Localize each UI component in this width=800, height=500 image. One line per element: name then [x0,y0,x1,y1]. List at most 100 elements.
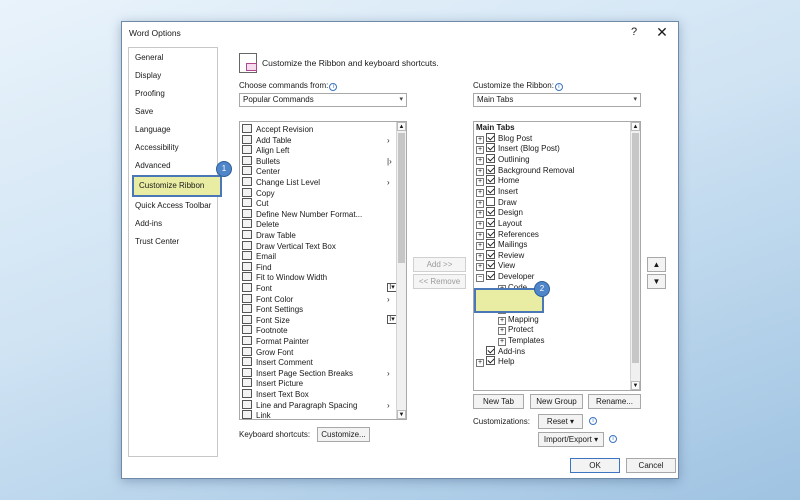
tree-item-references[interactable]: + References [476,228,539,241]
command-item[interactable]: Insert Page Section Breaks › [242,367,390,379]
expand-icon[interactable]: + [476,167,484,176]
expand-icon[interactable]: + [476,220,484,229]
move-up-button[interactable]: ▲ [647,257,666,272]
tab-checkbox[interactable] [486,164,495,174]
command-item[interactable]: Define New Number Format... [242,208,362,220]
command-item[interactable]: Insert Comment [242,357,313,368]
ok-button[interactable]: OK [570,458,620,473]
command-item[interactable]: Copy [242,187,275,199]
new-tab-button[interactable]: New Tab [473,394,524,409]
command-item[interactable]: Fit to Window Width [242,272,327,283]
command-item[interactable]: Format Painter [242,336,309,347]
command-item[interactable]: Delete [242,219,279,230]
expand-icon[interactable]: + [498,327,506,336]
customize-ribbon-select[interactable]: Main Tabs ▾ [473,93,641,107]
tree-header[interactable]: Main Tabs [476,122,515,134]
tree-item-insert[interactable]: + Insert [476,185,518,198]
ribbon-tabs-tree[interactable]: +HelpAdd-ins+Templates+Protect+Mapping+C… [473,121,641,391]
tree-item-outlining[interactable]: + Outlining [476,153,530,166]
help-button[interactable]: ? [627,26,641,38]
nav-item-language[interactable]: Language [135,123,171,137]
command-item[interactable]: Insert Picture [242,378,303,389]
choose-commands-select[interactable]: Popular Commands ▾ [239,93,407,107]
scroll-down-icon[interactable]: ▼ [397,410,406,419]
command-item[interactable]: Footnote [242,325,288,336]
tree-item-developer[interactable]: − Developer [476,271,534,283]
tree-item-layout[interactable]: + Layout [476,217,522,230]
command-item[interactable]: Line and Paragraph Spacing › [242,399,390,411]
tree-item-review[interactable]: + Review [476,249,524,262]
expand-icon[interactable]: + [476,242,484,251]
expand-icon[interactable]: + [476,135,484,144]
tree-item-home[interactable]: + Home [476,175,519,187]
command-item[interactable]: Center [242,166,280,177]
collapse-icon[interactable]: − [476,274,484,283]
tree-item-help[interactable]: + Help [476,356,514,368]
rename-button[interactable]: Rename... [588,394,641,409]
tree-item-mapping[interactable]: + Mapping [498,314,539,326]
customize-keyboard-button[interactable]: Customize... [317,427,370,442]
command-item[interactable]: Add Table › [242,134,390,146]
command-item[interactable]: Font Color › [242,293,390,305]
command-item[interactable]: Grow Font [242,346,293,358]
import-export-button[interactable]: Import/Export ▾ [538,432,604,447]
tree-item-draw[interactable]: + Draw [476,196,517,209]
close-button[interactable]: ✕ [654,24,670,41]
expand-icon[interactable]: + [476,188,484,197]
nav-item-display[interactable]: Display [135,69,161,83]
expand-icon[interactable]: + [476,231,484,240]
expand-icon[interactable]: + [476,146,484,155]
command-item[interactable]: Find [242,261,272,273]
expand-icon[interactable]: + [476,359,484,368]
command-item[interactable]: Font I▾ [242,283,397,294]
tab-checkbox[interactable] [486,196,495,206]
tab-checkbox[interactable] [486,175,495,185]
expand-icon[interactable]: + [498,316,506,325]
tab-checkbox[interactable] [486,249,495,259]
command-item[interactable]: Email [242,251,276,262]
command-item[interactable]: Insert Text Box [242,389,309,400]
scroll-up-icon[interactable]: ▲ [397,122,406,131]
add-button[interactable]: Add >> [413,257,466,272]
nav-item-save[interactable]: Save [135,105,153,119]
nav-item-quick-access-toolbar[interactable]: Quick Access Toolbar [135,199,211,213]
tree-scrollbar[interactable]: ▲ ▼ [630,122,640,390]
command-item[interactable]: Font Size I▾ [242,314,397,326]
scroll-down-icon[interactable]: ▼ [631,381,640,390]
tab-checkbox[interactable] [486,356,495,366]
nav-item-trust-center[interactable]: Trust Center [135,235,179,249]
reset-button[interactable]: Reset ▾ [538,414,583,429]
remove-button[interactable]: << Remove [413,274,466,289]
expand-icon[interactable]: + [476,252,484,261]
expand-icon[interactable]: + [476,210,484,219]
command-item[interactable]: Align Left [242,145,289,156]
command-item[interactable]: Draw Vertical Text Box [242,240,336,252]
nav-item-advanced[interactable]: Advanced [135,159,171,173]
command-item[interactable]: Draw Table [242,230,296,241]
scroll-thumb[interactable] [398,133,405,263]
tree-item-protect[interactable]: + Protect [498,324,533,336]
expand-icon[interactable]: + [476,156,484,165]
tab-checkbox[interactable] [486,345,495,355]
commands-scrollbar[interactable]: ▲ ▼ [396,122,406,419]
tab-checkbox[interactable] [486,228,495,238]
command-item[interactable]: Accept Revision [242,124,313,135]
new-group-button[interactable]: New Group [530,394,583,409]
expand-icon[interactable]: + [498,338,506,346]
tree-item-blog-post[interactable]: + Blog Post [476,132,532,145]
nav-item-add-ins[interactable]: Add-ins [135,217,162,231]
tree-item-background-removal[interactable]: + Background Removal [476,164,574,177]
tab-checkbox[interactable] [486,271,495,281]
command-item[interactable]: Link [242,410,271,419]
scroll-thumb[interactable] [632,133,639,363]
tree-item-insert-blog-post-[interactable]: + Insert (Blog Post) [476,143,560,155]
tree-item-design[interactable]: + Design [476,207,523,219]
command-item[interactable]: Change List Level › [242,177,390,188]
tab-checkbox[interactable] [486,217,495,227]
commands-list[interactable]: Link Line and Paragraph Spacing › Insert Te… [239,121,407,420]
tree-item-mailings[interactable]: + Mailings [476,239,527,251]
expand-icon[interactable]: + [476,178,484,187]
expand-icon[interactable]: + [476,199,484,208]
tab-checkbox[interactable] [486,143,495,153]
command-item[interactable]: Bullets |› [242,155,392,167]
